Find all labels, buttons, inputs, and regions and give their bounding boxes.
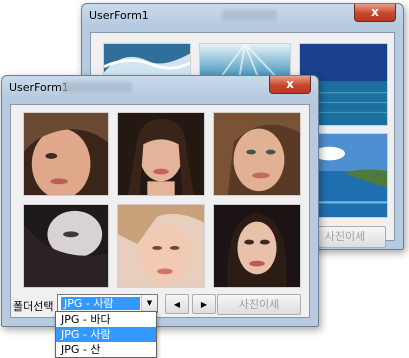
detail-button[interactable]: 사진이세	[217, 294, 301, 315]
portrait-6[interactable]	[213, 204, 301, 288]
portrait-3[interactable]	[213, 112, 301, 196]
dropdown-option-sea[interactable]: JPG - 바다	[56, 312, 156, 327]
portrait-1[interactable]	[23, 112, 109, 196]
prev-arrow-icon: ◀	[173, 300, 181, 309]
front-client-area: 폴더선택 JPG - 사람 ▼ ◀ ▶ 사진이세	[10, 104, 310, 318]
back-blurred-caption	[222, 10, 277, 21]
front-userform-window: UserForm1 x 폴더선택 JPG - 사람 ▼ ◀ ▶ 사진이세	[1, 75, 319, 327]
portrait-2[interactable]	[117, 112, 205, 196]
chevron-down-icon[interactable]: ▼	[141, 295, 157, 312]
dropdown-option-mountain[interactable]: JPG - 산	[56, 342, 156, 357]
next-button[interactable]: ▶	[192, 294, 216, 314]
back-window-title: UserForm1	[89, 9, 149, 22]
prev-button[interactable]: ◀	[165, 294, 189, 314]
back-title-bar[interactable]: UserForm1 x	[82, 4, 403, 28]
folder-combo-value: JPG - 사람	[61, 297, 140, 310]
front-window-title: UserForm1	[9, 81, 69, 94]
portrait-5[interactable]	[117, 204, 205, 288]
front-title-bar[interactable]: UserForm1 x	[2, 76, 318, 100]
next-arrow-icon: ▶	[200, 300, 208, 309]
folder-select-label: 폴더선택	[13, 300, 54, 313]
front-close-button[interactable]: x	[269, 76, 311, 94]
front-blurred-caption	[62, 82, 132, 93]
folder-dropdown-list: JPG - 바다 JPG - 사람 JPG - 산	[55, 311, 157, 358]
dropdown-option-people[interactable]: JPG - 사람	[56, 327, 156, 342]
back-close-button[interactable]: x	[354, 4, 396, 22]
portrait-4[interactable]	[23, 204, 109, 288]
